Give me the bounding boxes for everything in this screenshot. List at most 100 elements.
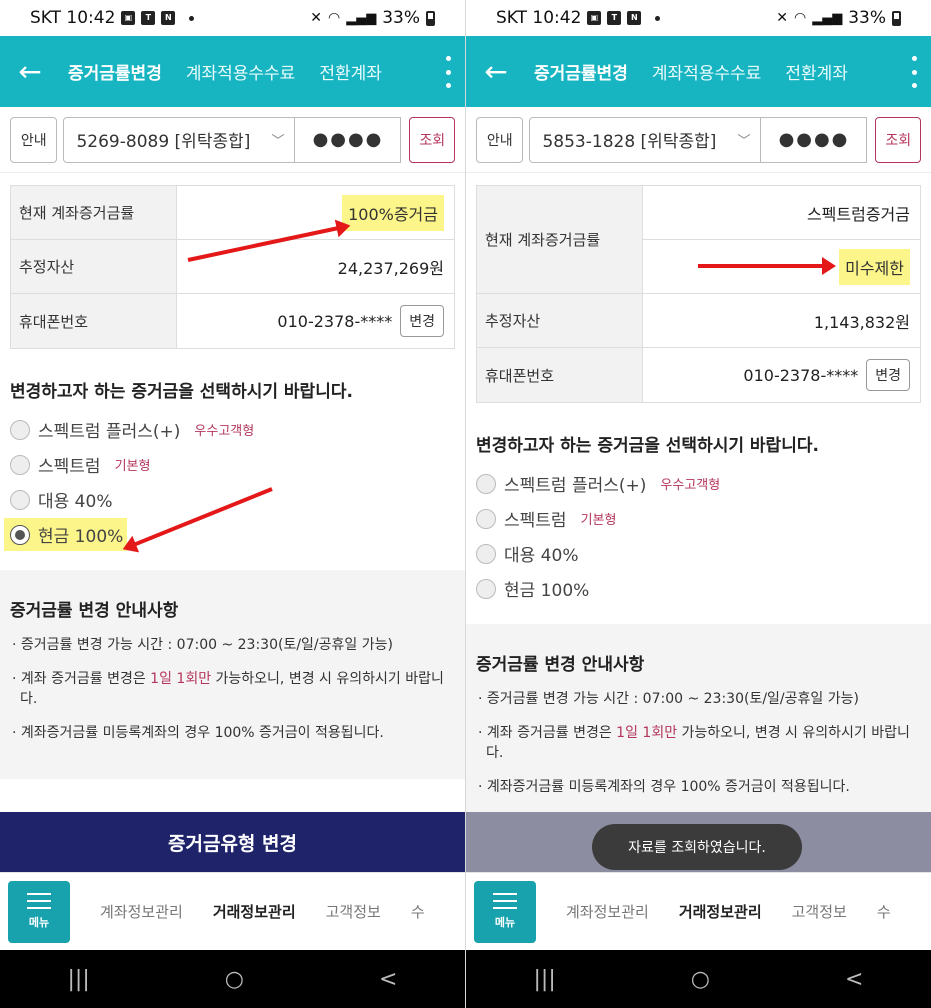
rate-value-restriction: 미수제한 [839, 248, 910, 285]
radio-selected-icon[interactable] [10, 524, 30, 545]
account-bar: 안내 5269-8089 [위탁종합] ﹀ ●●●● 조회 [0, 107, 465, 173]
battery-icon [892, 10, 901, 26]
phone-value: 010-2378-**** [277, 311, 393, 331]
phone-value: 010-2378-**** [743, 365, 859, 385]
mute-icon: ✕ [776, 10, 788, 26]
account-select[interactable]: 5853-1828 [위탁종합] ﹀ [529, 116, 762, 163]
notification-dot-icon [655, 15, 661, 21]
notice-title: 증거금률 변경 안내사항 [476, 655, 645, 675]
notice-item: · 계좌증거금률 미등록계좌의 경우 100% 증거금이 적용됩니다. [478, 779, 850, 795]
more-menu-icon[interactable] [445, 56, 451, 88]
select-title: 변경하고자 하는 증거금을 선택하시기 바랍니다. [10, 382, 353, 402]
bottom-nav: 메뉴 계좌정보관리 거래정보관리 고객정보 수 [0, 872, 465, 950]
option-cash-100[interactable]: 현금 100% [0, 517, 465, 552]
bottom-nav: 메뉴 계좌정보관리 거래정보관리 고객정보 수 [466, 872, 931, 950]
account-number: 5269-8089 [위탁종합] [76, 132, 251, 152]
battery-icon [426, 10, 435, 26]
menu-button[interactable]: 메뉴 [474, 880, 536, 943]
recent-apps-icon[interactable]: ||| [68, 967, 90, 992]
rate-value-type: 스펙트럼증거금 [643, 186, 920, 240]
nav-customer-info[interactable]: 고객정보 [792, 901, 847, 922]
guide-button[interactable]: 안내 [476, 116, 524, 163]
password-field[interactable]: ●●●● [761, 116, 868, 163]
system-nav: ||| ○ < [466, 950, 931, 1008]
radio-icon[interactable] [10, 454, 30, 475]
tab-margin-rate-change[interactable]: 증거금률변경 [56, 59, 174, 84]
notice-item: · 증거금률 변경 가능 시간 : 07:00 ~ 23:30(토/일/공휴일 … [478, 691, 859, 707]
back-arrow-icon[interactable]: ← [470, 36, 522, 107]
recent-apps-icon[interactable]: ||| [534, 967, 556, 992]
wifi-icon: ◠ [793, 10, 807, 26]
asset-value: 24,237,269원 [337, 258, 444, 278]
option-spectrum-plus[interactable]: 스펙트럼 플러스(+) 우수고객형 [466, 466, 931, 501]
phone-change-button[interactable]: 변경 [866, 359, 910, 391]
back-arrow-icon[interactable]: ← [4, 36, 56, 107]
asset-label: 추정자산 [11, 240, 177, 293]
nav-account-info[interactable]: 계좌정보관리 [100, 901, 183, 922]
radio-icon[interactable] [10, 489, 30, 510]
nav-account-info[interactable]: 계좌정보관리 [566, 901, 649, 922]
naver-icon: N [161, 11, 176, 25]
hamburger-icon [27, 893, 51, 909]
nav-trade-info[interactable]: 거래정보관리 [213, 901, 296, 922]
nav-more[interactable]: 수 [411, 901, 425, 922]
guide-button[interactable]: 안내 [10, 116, 58, 163]
gallery-icon: ▣ [587, 11, 602, 25]
chevron-down-icon: ﹀ [737, 134, 751, 149]
tab-transfer-account[interactable]: 전환계좌 [773, 59, 860, 84]
phone-label: 휴대폰번호 [477, 348, 643, 402]
option-spectrum[interactable]: 스펙트럼 기본형 [0, 447, 465, 482]
home-icon[interactable]: ○ [225, 967, 244, 992]
rate-label: 현재 계좌증거금률 [11, 186, 177, 239]
radio-icon[interactable] [476, 473, 496, 494]
account-info-table: 현재 계좌증거금률 100%증거금 추정자산 24,237,269원 휴대폰번호… [10, 185, 455, 349]
radio-icon[interactable] [476, 578, 496, 599]
left-screen: SKT 10:42 ▣ T N ✕ ◠ ▂▄▆ 33% ← 증거금률변경 계좌적… [0, 0, 465, 1008]
naver-icon: N [627, 11, 642, 25]
menu-button[interactable]: 메뉴 [8, 880, 70, 943]
query-button[interactable]: 조회 [409, 116, 455, 163]
password-field[interactable]: ●●●● [295, 116, 402, 163]
radio-icon[interactable] [476, 508, 496, 529]
back-icon[interactable]: < [845, 967, 863, 992]
option-substitute-40[interactable]: 대용 40% [0, 482, 465, 517]
tab-margin-rate-change[interactable]: 증거금률변경 [522, 59, 640, 84]
phone-change-button[interactable]: 변경 [400, 305, 444, 337]
nav-more[interactable]: 수 [877, 901, 891, 922]
account-info-table: 현재 계좌증거금률 스펙트럼증거금 미수제한 추정자산 1,143,832원 휴… [476, 185, 921, 403]
more-menu-icon[interactable] [911, 56, 917, 88]
notice-item: · 계좌증거금률 미등록계좌의 경우 100% 증거금이 적용됩니다. [12, 725, 384, 741]
mute-icon: ✕ [310, 10, 322, 26]
back-icon[interactable]: < [379, 967, 397, 992]
tab-account-fee[interactable]: 계좌적용수수료 [640, 59, 773, 84]
option-substitute-40[interactable]: 대용 40% [466, 536, 931, 571]
notice-section: 증거금률 변경 안내사항 · 증거금률 변경 가능 시간 : 07:00 ~ 2… [466, 624, 931, 833]
annotation-arrow [698, 257, 836, 275]
home-icon[interactable]: ○ [691, 967, 710, 992]
account-number: 5853-1828 [위탁종합] [542, 132, 717, 152]
radio-icon[interactable] [10, 419, 30, 440]
query-button[interactable]: 조회 [875, 116, 921, 163]
nav-trade-info[interactable]: 거래정보관리 [679, 901, 762, 922]
option-cash-100[interactable]: 현금 100% [466, 571, 931, 606]
notice-title: 증거금률 변경 안내사항 [10, 601, 179, 621]
tab-account-fee[interactable]: 계좌적용수수료 [174, 59, 307, 84]
asset-row: 추정자산 1,143,832원 [477, 294, 920, 348]
phone-row: 휴대폰번호 010-2378-**** 변경 [477, 348, 920, 402]
rate-row: 현재 계좌증거금률 100%증거금 [11, 186, 454, 240]
account-select[interactable]: 5269-8089 [위탁종합] ﹀ [63, 116, 296, 163]
battery-percent: 33% [382, 8, 420, 28]
change-margin-type-button[interactable]: 증거금유형 변경 [0, 812, 465, 872]
carrier-time: SKT 10:42 [30, 8, 116, 28]
notice-section: 증거금률 변경 안내사항 · 증거금률 변경 가능 시간 : 07:00 ~ 2… [0, 570, 465, 779]
radio-icon[interactable] [476, 543, 496, 564]
chevron-down-icon: ﹀ [271, 134, 285, 149]
tab-transfer-account[interactable]: 전환계좌 [307, 59, 394, 84]
asset-label: 추정자산 [477, 294, 643, 347]
notice-item: · 증거금률 변경 가능 시간 : 07:00 ~ 23:30(토/일/공휴일 … [12, 637, 393, 653]
rate-row: 현재 계좌증거금률 스펙트럼증거금 미수제한 [477, 186, 920, 294]
nav-customer-info[interactable]: 고객정보 [326, 901, 381, 922]
option-spectrum[interactable]: 스펙트럼 기본형 [466, 501, 931, 536]
rate-value: 100%증거금 [342, 194, 444, 231]
option-spectrum-plus[interactable]: 스펙트럼 플러스(+) 우수고객형 [0, 412, 465, 447]
